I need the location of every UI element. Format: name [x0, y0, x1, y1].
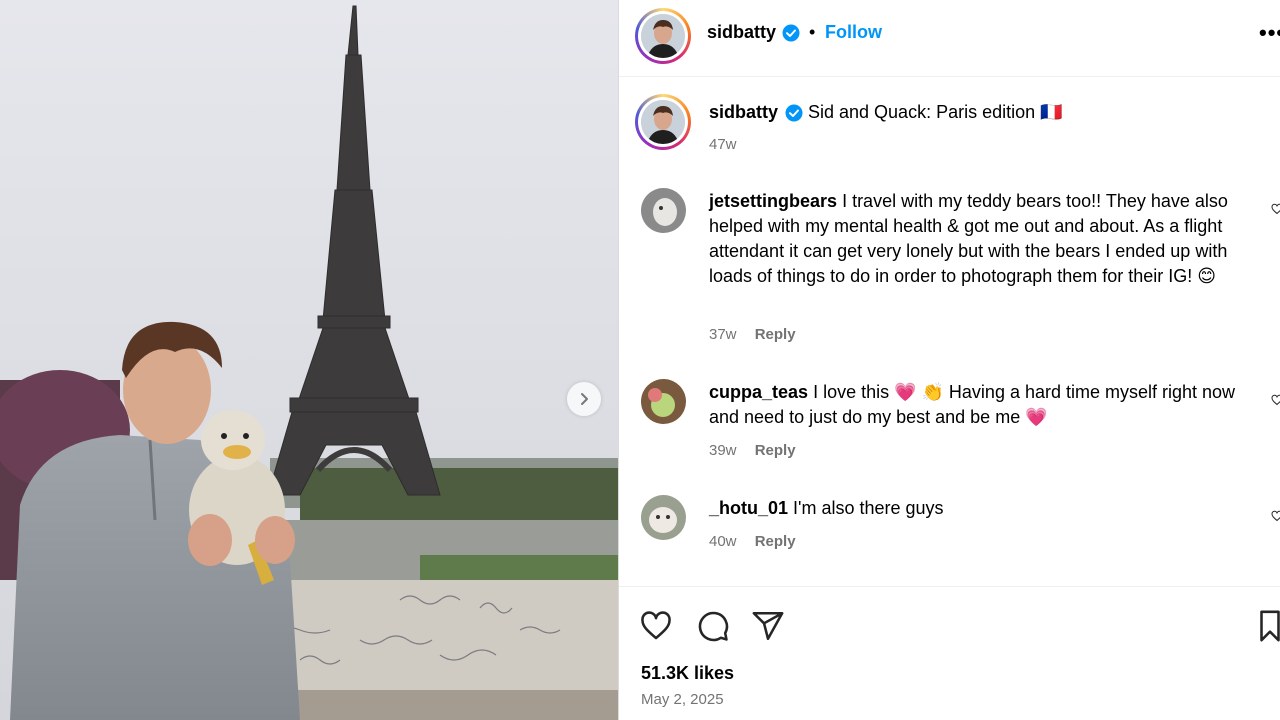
comment-like-icon[interactable] — [1271, 510, 1280, 522]
comment-body: jetsettingbears I travel with my teddy b… — [709, 189, 1259, 289]
post-actions-bar: 51.3K likes May 2, 2025 — [619, 586, 1280, 720]
verified-badge-icon — [782, 24, 800, 42]
comments-section: sidbatty Sid and Quack: Paris edition 🇫🇷… — [619, 78, 1280, 586]
caption-username[interactable]: sidbatty — [709, 102, 778, 123]
heart-icon[interactable] — [639, 609, 673, 643]
comment-username[interactable]: cuppa_teas — [709, 382, 808, 402]
reply-button[interactable]: Reply — [755, 326, 796, 343]
caption-timestamp[interactable]: 47w — [709, 136, 737, 153]
comment-meta: 40w Reply — [709, 533, 796, 550]
avatar-image — [641, 495, 686, 540]
reply-button[interactable]: Reply — [755, 442, 796, 459]
comment-avatar[interactable] — [641, 495, 686, 540]
separator-dot: • — [809, 22, 816, 42]
chevron-right-icon — [581, 393, 588, 405]
more-options-button[interactable]: ••• — [1259, 20, 1280, 46]
post-side-panel: sidbatty • Follow ••• sidbatty — [618, 0, 1280, 720]
caption-text: Sid and Quack: Paris edition 🇫🇷 — [808, 102, 1063, 122]
comment-like-icon[interactable] — [1271, 394, 1280, 406]
comment-timestamp[interactable]: 40w — [709, 533, 737, 550]
comment-username[interactable]: _hotu_01 — [709, 498, 788, 518]
eiffel-tower-photo — [0, 0, 618, 720]
author-username[interactable]: sidbatty — [707, 22, 776, 43]
bookmark-icon[interactable] — [1257, 609, 1280, 643]
comment-body: _hotu_01 I'm also there guys — [709, 496, 1259, 521]
comment-timestamp[interactable]: 39w — [709, 442, 737, 459]
likes-count[interactable]: 51.3K likes — [641, 663, 734, 684]
comment-meta: 37w Reply — [709, 326, 796, 343]
comment-avatar[interactable] — [641, 188, 686, 233]
comment-icon[interactable] — [696, 609, 730, 643]
avatar-image — [641, 379, 686, 424]
comment-body: cuppa_teas I love this 💗 👏 Having a hard… — [709, 380, 1259, 430]
next-photo-button[interactable] — [567, 382, 601, 416]
avatar-image — [641, 100, 685, 144]
avatar-image — [641, 14, 685, 58]
reply-button[interactable]: Reply — [755, 533, 796, 550]
post-photo — [0, 0, 618, 720]
share-icon[interactable] — [751, 609, 785, 643]
comment-avatar[interactable] — [641, 379, 686, 424]
verified-badge-icon — [785, 104, 803, 122]
comment-timestamp[interactable]: 37w — [709, 326, 737, 343]
author-avatar[interactable] — [635, 8, 691, 64]
follow-button[interactable]: Follow — [825, 22, 882, 43]
comment-text: I'm also there guys — [793, 498, 944, 518]
comment-username[interactable]: jetsettingbears — [709, 191, 837, 211]
post-date: May 2, 2025 — [641, 691, 724, 708]
comment-meta: 39w Reply — [709, 442, 796, 459]
caption-avatar[interactable] — [635, 94, 691, 150]
comment-like-icon[interactable] — [1271, 203, 1280, 215]
avatar-image — [641, 188, 686, 233]
post-header: sidbatty • Follow ••• — [619, 0, 1280, 77]
